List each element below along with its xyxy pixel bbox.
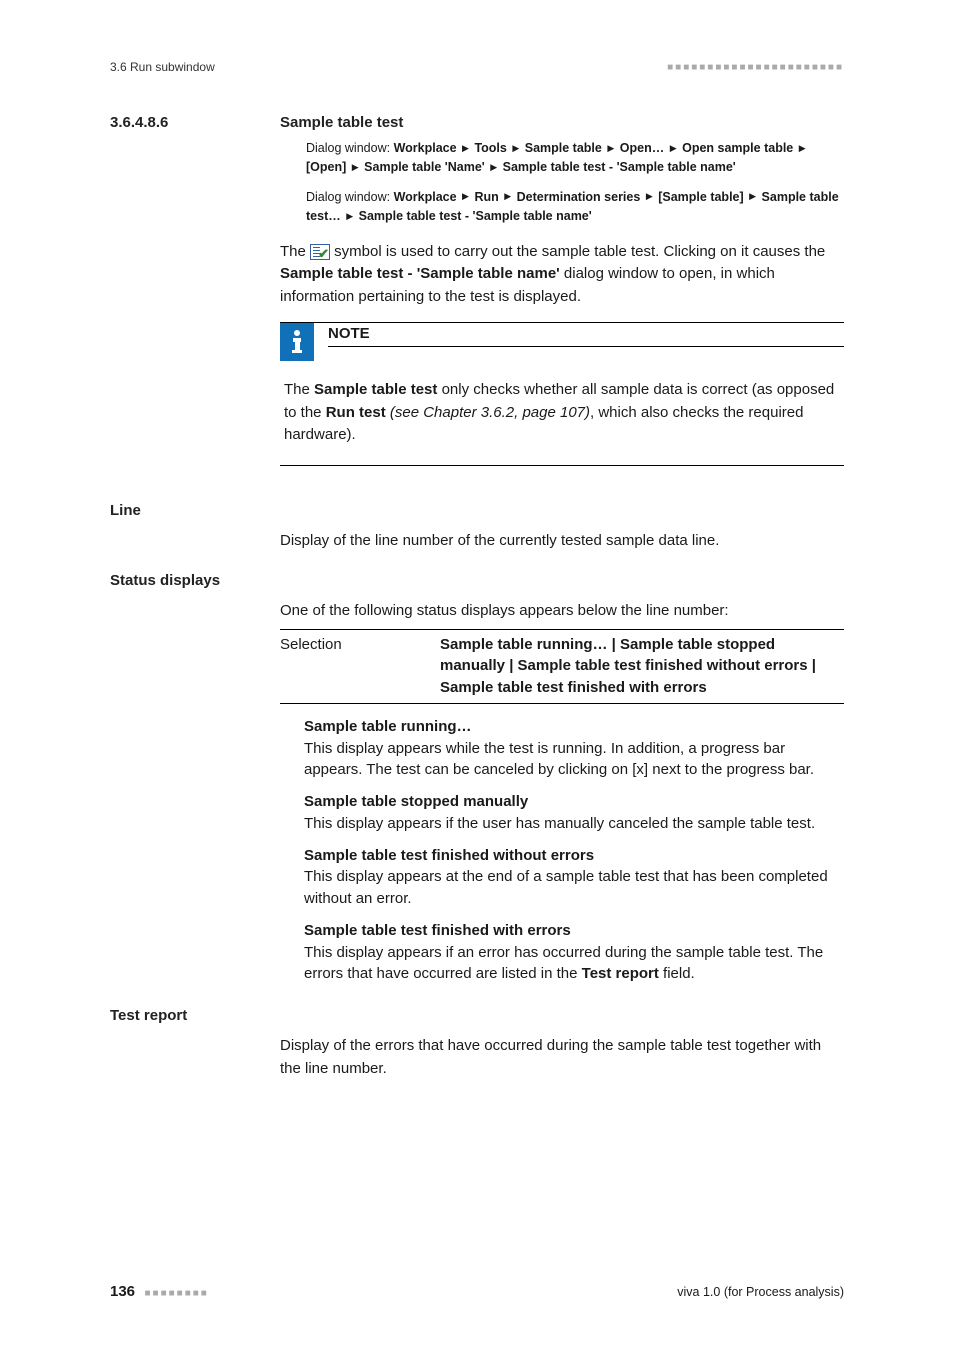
status-intro: One of the following status displays app… [280,600,844,623]
footer-decorative-dots: ■■■■■■■■ [145,1288,209,1299]
report-label: Test report [110,1007,187,1024]
header-left: 3.6 Run subwindow [110,60,215,74]
line-label: Line [110,502,141,519]
def-running: Sample table running… This display appea… [304,716,844,781]
dialog-path-2: Dialog window: Workplace ▶ Run ▶ Determi… [306,188,844,227]
status-label: Status displays [110,572,220,589]
dialog-path-1: Dialog window: Workplace ▶ Tools ▶ Sampl… [306,139,844,178]
footer-right: viva 1.0 (for Process analysis) [677,1285,844,1299]
section-title: Sample table test [280,114,844,131]
header-decorative-dots: ■■■■■■■■■■■■■■■■■■■■■■ [667,62,844,73]
intro-paragraph: The symbol is used to carry out the samp… [280,241,844,309]
note-title: NOTE [328,323,844,347]
def-finished-ok: Sample table test finished without error… [304,845,844,910]
section-number: 3.6.4.8.6 [110,114,168,131]
note-box: NOTE The Sample table test only checks w… [280,322,844,466]
report-text: Display of the errors that have occurred… [280,1035,844,1080]
info-icon [280,323,314,361]
selection-value: Sample table running… | Sample table sto… [440,634,844,699]
line-text: Display of the line number of the curren… [280,530,844,553]
sample-table-test-icon [310,244,330,260]
def-finished-error: Sample table test finished with errors T… [304,920,844,985]
footer-left: 136 ■■■■■■■■ [110,1283,209,1300]
def-stopped: Sample table stopped manually This displ… [304,791,844,835]
selection-label: Selection [280,634,440,699]
note-body: The Sample table test only checks whethe… [280,361,844,465]
selection-table: Selection Sample table running… | Sample… [280,629,844,704]
page-number: 136 [110,1283,135,1300]
